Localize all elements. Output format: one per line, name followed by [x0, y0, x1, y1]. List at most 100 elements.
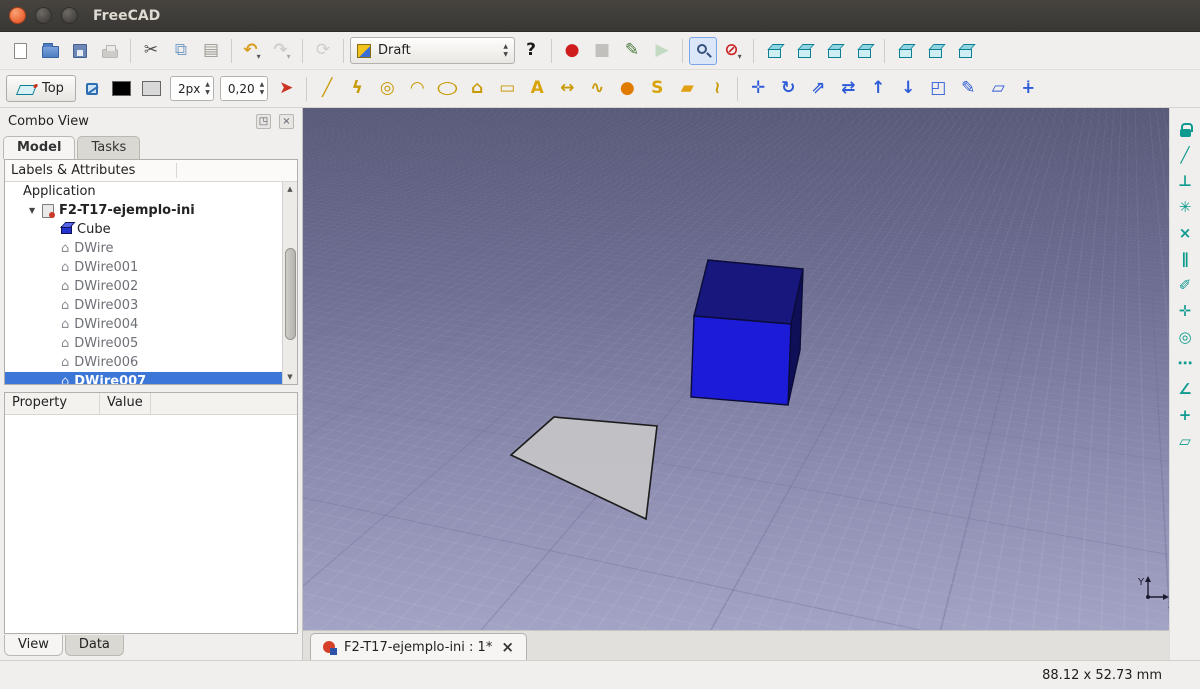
macro-record[interactable]: ● [558, 37, 586, 65]
tree-item-f2-t17-ejemplo-ini[interactable]: ▼F2-T17-ejemplo-ini [5, 201, 282, 220]
3d-viewport[interactable]: Y X [303, 108, 1169, 630]
macro-edit[interactable]: ✎ [618, 37, 646, 65]
line-width-spin[interactable]: 2px▲▼ [170, 76, 214, 101]
snap-lock[interactable] [1172, 118, 1198, 141]
redo-dropdown[interactable]: ▾ [287, 52, 291, 61]
close-document-icon[interactable]: × [501, 638, 514, 656]
workbench-selector-down-icon[interactable]: ▼ [503, 51, 508, 59]
snap-parallel[interactable]: ∥ [1172, 248, 1198, 271]
expander-icon[interactable]: ▼ [29, 206, 42, 215]
document-tab[interactable]: F2-T17-ejemplo-ini : 1* × [310, 633, 527, 660]
workbench-selector-arrows[interactable]: ▲▼ [503, 43, 508, 59]
view-rear[interactable] [891, 37, 919, 65]
scrollbar-thumb[interactable] [285, 248, 296, 340]
workbench-selector-up-icon[interactable]: ▲ [503, 43, 508, 51]
snap-working-plane[interactable]: ▱ [1172, 430, 1198, 453]
text-size-spin-up-icon[interactable]: ▲ [260, 81, 265, 89]
undo-dropdown[interactable]: ▾ [257, 52, 261, 61]
workbench-selector[interactable]: Draft▲▼ [350, 37, 515, 64]
construction-mode-toggle[interactable] [78, 75, 106, 103]
tab-model[interactable]: Model [3, 136, 75, 159]
view-bottom[interactable] [921, 37, 949, 65]
minimize-window-button[interactable] [35, 7, 52, 24]
tree-item-dwire[interactable]: ⌂DWire [5, 239, 282, 258]
tree-item-dwire007[interactable]: ⌂DWire007 [5, 372, 282, 384]
view-top[interactable] [820, 37, 848, 65]
view-front[interactable] [790, 37, 818, 65]
draft-line[interactable]: ╱ [313, 75, 341, 103]
draft-dimension[interactable]: ↔ [553, 75, 581, 103]
tab-view[interactable]: View [4, 635, 63, 656]
draft-arc[interactable]: ◠ [403, 75, 431, 103]
new-document[interactable] [6, 37, 34, 65]
draft-polygon[interactable]: ⌂ [463, 75, 491, 103]
zoom-box-selection[interactable] [689, 37, 717, 65]
tree-item-dwire001[interactable]: ⌂DWire001 [5, 258, 282, 277]
save[interactable] [66, 37, 94, 65]
draft-offset[interactable]: ⇗ [804, 75, 832, 103]
draw-style[interactable]: ⊘▾ [719, 37, 747, 65]
float-panel-button[interactable]: ◳ [256, 114, 271, 129]
tree-scrollbar[interactable]: ▲ ▼ [282, 182, 297, 384]
snap-grid[interactable]: ✳ [1172, 196, 1198, 219]
copy[interactable]: ⧉ [167, 37, 195, 65]
draft-circle[interactable]: ◎ [373, 75, 401, 103]
dwire-shape[interactable] [511, 417, 657, 519]
scroll-down-icon[interactable]: ▼ [287, 370, 292, 384]
draft-shapestring[interactable]: S [643, 75, 671, 103]
line-width-spin-down-icon[interactable]: ▼ [205, 89, 210, 97]
snap-special[interactable]: ⋯ [1172, 352, 1198, 375]
tree-item-cube[interactable]: Cube [5, 220, 282, 239]
draft-polyline[interactable]: ϟ [343, 75, 371, 103]
snap-extension[interactable]: ✐ [1172, 274, 1198, 297]
snap-intersection[interactable]: × [1172, 222, 1198, 245]
scroll-up-icon[interactable]: ▲ [287, 182, 292, 196]
open-folder[interactable] [36, 37, 64, 65]
tree-item-dwire003[interactable]: ⌂DWire003 [5, 296, 282, 315]
draft-add-point[interactable]: ∔ [1014, 75, 1042, 103]
tree-item-application[interactable]: Application [5, 182, 282, 201]
draft-trim[interactable]: ⇄ [834, 75, 862, 103]
draft-bezier[interactable]: ≀ [703, 75, 731, 103]
view-axonometric[interactable] [760, 37, 788, 65]
text-size-spin[interactable]: 0,20▲▼ [220, 76, 268, 101]
draft-move[interactable]: ✛ [744, 75, 772, 103]
cube-top-face[interactable] [694, 260, 803, 324]
draft-facebinder[interactable]: ▰ [673, 75, 701, 103]
draft-edit[interactable]: ✎ [954, 75, 982, 103]
snap-ortho[interactable]: ✛ [1172, 300, 1198, 323]
snap-angle[interactable]: ∠ [1172, 378, 1198, 401]
3d-scene[interactable]: Y X [303, 108, 1169, 630]
snap-endpoint[interactable]: ╱ [1172, 144, 1198, 167]
draft-point[interactable]: ● [613, 75, 641, 103]
close-panel-button[interactable]: × [279, 114, 294, 129]
view-left[interactable] [951, 37, 979, 65]
line-width-spin-up-icon[interactable]: ▲ [205, 81, 210, 89]
snap-dimensions[interactable]: + [1172, 404, 1198, 427]
text-size-spin-down-icon[interactable]: ▼ [260, 89, 265, 97]
draft-rectangle[interactable]: ▭ [493, 75, 521, 103]
draft-rotate[interactable]: ↻ [774, 75, 802, 103]
cube-object[interactable] [691, 260, 803, 405]
close-window-button[interactable] [9, 7, 26, 24]
text-size-spin-arrows[interactable]: ▲▼ [260, 81, 265, 97]
apply-current-style[interactable]: ➤ [272, 75, 300, 103]
working-plane-button[interactable]: Top [6, 75, 76, 102]
cut[interactable]: ✂ [137, 37, 165, 65]
tab-data[interactable]: Data [65, 635, 124, 656]
draft-ellipse[interactable]: ○ [433, 75, 461, 103]
undo[interactable]: ↶▾ [238, 37, 266, 65]
snap-center[interactable]: ◎ [1172, 326, 1198, 349]
draft-upgrade[interactable]: ↑ [864, 75, 892, 103]
face-color-swatch[interactable] [138, 75, 166, 103]
draft-shape2dview[interactable]: ▱ [984, 75, 1012, 103]
whats-this[interactable]: ? [517, 37, 545, 65]
tree-item-dwire006[interactable]: ⌂DWire006 [5, 353, 282, 372]
draft-text[interactable]: A [523, 75, 551, 103]
tree-item-dwire005[interactable]: ⌂DWire005 [5, 334, 282, 353]
draft-scale[interactable]: ◰ [924, 75, 952, 103]
tab-tasks[interactable]: Tasks [77, 136, 140, 159]
maximize-window-button[interactable] [61, 7, 78, 24]
draft-downgrade[interactable]: ↓ [894, 75, 922, 103]
tree-item-dwire004[interactable]: ⌂DWire004 [5, 315, 282, 334]
